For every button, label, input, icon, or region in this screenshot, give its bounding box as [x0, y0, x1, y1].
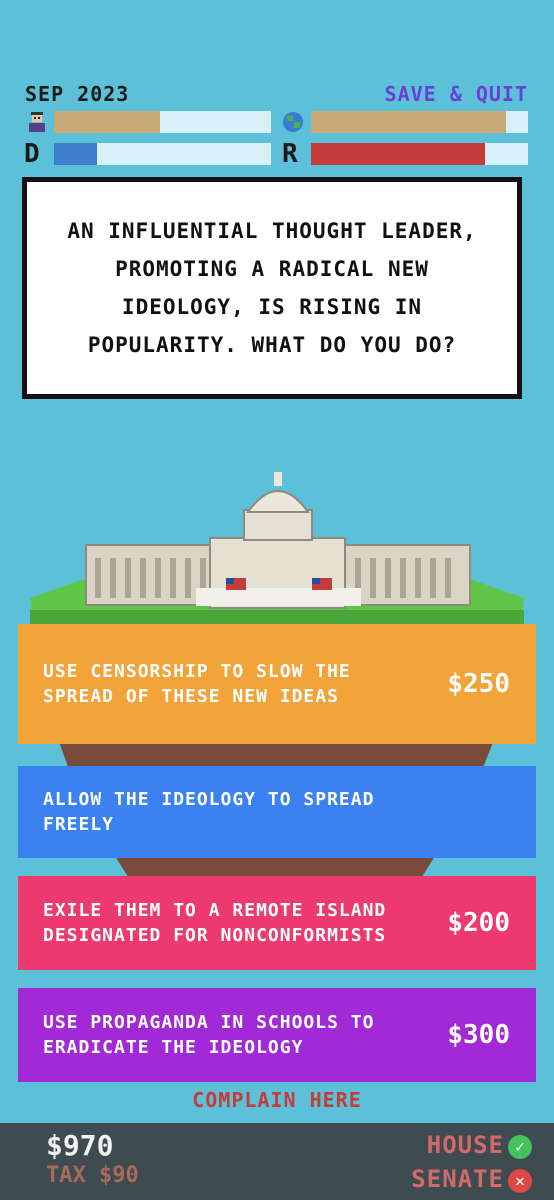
tax-amount: TAX $90: [46, 1163, 139, 1188]
democrat-bar: [54, 143, 271, 165]
choice-propaganda-button[interactable]: USE PROPAGANDA IN SCHOOLS TO ERADICATE T…: [18, 988, 536, 1082]
complain-link[interactable]: COMPLAIN HERE: [0, 1088, 554, 1112]
democrat-label: D: [24, 139, 40, 169]
republican-bar: [311, 143, 528, 165]
date-label: SEP 2023: [25, 82, 130, 106]
event-card: AN INFLUENTIAL THOUGHT LEADER, PROMOTING…: [22, 177, 522, 399]
check-icon: ✓: [508, 1135, 532, 1159]
person-icon: [29, 112, 45, 132]
choice-cost: $300: [447, 1020, 510, 1050]
event-text: AN INFLUENTIAL THOUGHT LEADER, PROMOTING…: [67, 219, 477, 357]
money-amount: $970: [46, 1129, 114, 1162]
choice-cost: $250: [447, 669, 510, 699]
save-quit-button[interactable]: SAVE & QUIT: [385, 82, 528, 106]
x-icon: ✕: [508, 1169, 532, 1193]
public-opinion-fill: [54, 111, 161, 133]
choice-cost: $200: [447, 908, 510, 938]
status-footer: $970 TAX $90 HOUSE ✓ SENATE ✕: [0, 1123, 554, 1200]
choice-text: EXILE THEM TO A REMOTE ISLAND DESIGNATED…: [43, 900, 387, 946]
choice-allow-button[interactable]: ALLOW THE IDEOLOGY TO SPREAD FREELY: [18, 766, 536, 858]
public-opinion-bar: [54, 111, 271, 133]
globe-icon: [283, 112, 303, 132]
republican-fill: [311, 143, 485, 165]
democrat-fill: [54, 143, 98, 165]
choice-censorship-button[interactable]: USE CENSORSHIP TO SLOW THE SPREAD OF THE…: [18, 624, 536, 744]
choice-exile-button[interactable]: EXILE THEM TO A REMOTE ISLAND DESIGNATED…: [18, 876, 536, 970]
house-label: HOUSE: [426, 1131, 504, 1159]
world-opinion-fill: [311, 111, 507, 133]
republican-label: R: [282, 139, 298, 169]
world-opinion-bar: [311, 111, 528, 133]
choice-text: USE CENSORSHIP TO SLOW THE SPREAD OF THE…: [43, 661, 351, 707]
senate-label: SENATE: [411, 1165, 504, 1193]
choice-text: USE PROPAGANDA IN SCHOOLS TO ERADICATE T…: [43, 1012, 375, 1058]
choice-text: ALLOW THE IDEOLOGY TO SPREAD FREELY: [43, 789, 375, 835]
